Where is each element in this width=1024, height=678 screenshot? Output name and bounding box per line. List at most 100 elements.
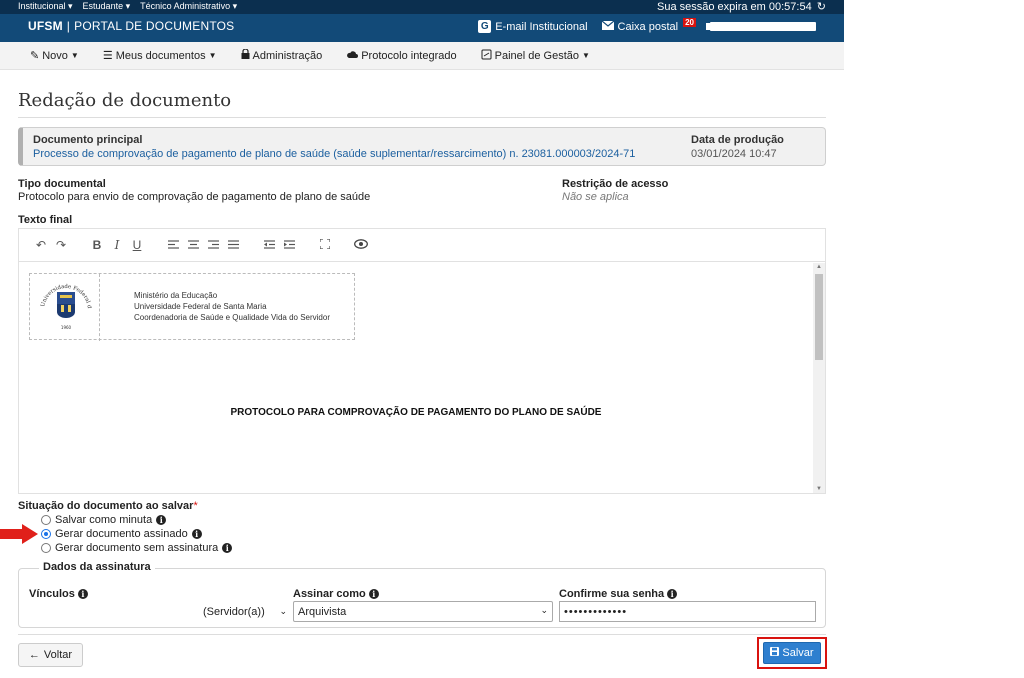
sign-as-label-text: Assinar como [293, 588, 366, 600]
header-actions: G E-mail Institucional Caixa postal 20 [478, 18, 816, 33]
nav-protocolo-integrado-label: Protocolo integrado [361, 49, 457, 62]
user-name-redacted [706, 22, 816, 31]
sign-as-label: Assinar como i [293, 588, 379, 600]
save-situation-label: Situação do documento ao salvar* [18, 500, 198, 512]
preview-eye-icon[interactable] [351, 238, 371, 252]
links-select[interactable]: (Servidor(a)) ⌄ [203, 601, 289, 622]
redo-icon[interactable]: ↷ [51, 238, 71, 252]
letterhead-line-ministry: Ministério da Educação [134, 291, 218, 300]
inbox-label: Caixa postal [617, 20, 679, 33]
bold-button[interactable]: B [87, 238, 107, 252]
nav-painel-gestao[interactable]: Painel de Gestão ▼ [481, 49, 590, 63]
password-input[interactable]: ••••••••••••• [559, 601, 816, 622]
email-link[interactable]: G E-mail Institucional [478, 20, 588, 33]
session-text: Sua sessão expira em 00:57:54 [657, 1, 812, 13]
caret-down-icon: ▼ [208, 51, 217, 60]
letterhead-text: Ministério da Educação Universidade Fede… [134, 290, 330, 323]
scroll-up-arrow-icon[interactable]: ▲ [813, 264, 825, 270]
indent-icon[interactable] [279, 238, 299, 252]
save-situation-text: Situação do documento ao salvar [18, 500, 194, 512]
fullscreen-icon[interactable] [315, 238, 335, 252]
undo-icon[interactable]: ↶ [31, 238, 51, 252]
signature-legend: Dados da assinatura [39, 561, 155, 573]
align-left-icon[interactable] [163, 238, 183, 252]
radio-button-selected[interactable] [41, 529, 51, 539]
info-icon[interactable]: i [667, 589, 678, 599]
document-type-label: Tipo documental [18, 178, 106, 190]
align-right-icon[interactable] [203, 238, 223, 252]
production-date-value: 03/01/2024 10:47 [691, 148, 777, 160]
nav-novo-label: Novo [42, 49, 68, 62]
outdent-icon[interactable] [259, 238, 279, 252]
top-menu-tecnico[interactable]: Técnico Administrativo ▾ [140, 1, 237, 12]
title-divider [18, 117, 826, 118]
scroll-down-arrow-icon[interactable]: ▼ [813, 486, 825, 492]
document-type-value: Protocolo para envio de comprovação de p… [18, 191, 371, 203]
radio-generate-signed[interactable]: Gerar documento assinado i [41, 528, 202, 540]
info-icon[interactable]: i [156, 515, 167, 525]
confirm-password-label: Confirme sua senha i [559, 588, 678, 600]
access-restriction-value: Não se aplica [562, 191, 629, 203]
signature-fieldset: Dados da assinatura Vínculos i (Servidor… [18, 561, 826, 628]
required-mark: * [193, 500, 198, 512]
inbox-count-badge: 20 [683, 18, 696, 27]
brand-portal-name: PORTAL DE DOCUMENTOS [74, 19, 235, 33]
nav-meus-documentos-label: Meus documentos [115, 49, 206, 62]
refresh-icon[interactable]: ↻ [817, 1, 826, 13]
sign-as-select[interactable]: Arquivista ⌄ [293, 601, 553, 622]
save-button-label: Salvar [782, 647, 814, 659]
scrollbar-thumb[interactable] [815, 274, 823, 360]
envelope-icon [601, 20, 614, 33]
brand-separator: | [66, 19, 71, 33]
top-menu-institucional[interactable]: Institucional ▾ [18, 1, 73, 12]
nav-bar: ✎ Novo ▼ ☰ Meus documentos ▼ Administraç… [0, 42, 844, 70]
final-text-label: Texto final [18, 214, 73, 226]
info-icon[interactable]: i [191, 529, 202, 539]
back-button-label: Voltar [43, 649, 73, 661]
page: Institucional ▾ Estudante ▾ Técnico Admi… [0, 0, 844, 678]
radio-button[interactable] [41, 515, 51, 525]
top-menu-estudante[interactable]: Estudante ▾ [83, 1, 131, 12]
brand[interactable]: UFSM | PORTAL DE DOCUMENTOS [28, 19, 234, 33]
cloud-icon [346, 50, 359, 62]
main-document-link[interactable]: Processo de comprovação de pagamento de … [33, 148, 635, 160]
editor-toolbar: ↶ ↷ B I U [19, 229, 825, 262]
inbox-link[interactable]: Caixa postal 20 [601, 18, 696, 33]
red-arrow-annotation-icon [0, 524, 38, 547]
editor-document-area[interactable]: Universidade Federal de Santa Maria 1960… [19, 263, 813, 493]
align-justify-icon[interactable] [223, 238, 243, 252]
info-icon[interactable]: i [368, 589, 379, 599]
user-menu[interactable] [706, 22, 816, 31]
document-heading: PROTOCOLO PARA COMPROVAÇÃO DE PAGAMENTO … [230, 407, 602, 418]
nav-administracao[interactable]: Administração [241, 48, 323, 62]
info-icon[interactable]: i [222, 543, 233, 553]
links-select-value: (Servidor(a)) [203, 605, 265, 618]
editor-scrollbar[interactable]: ▲ ▼ [813, 263, 825, 493]
nav-administracao-label: Administração [252, 49, 323, 62]
caret-down-icon: ▼ [582, 51, 590, 60]
italic-button[interactable]: I [107, 238, 127, 252]
rich-text-editor[interactable]: ↶ ↷ B I U Universidade Federal d 1960 Mi… [18, 228, 826, 494]
nav-meus-documentos[interactable]: ☰ Meus documentos ▼ [103, 49, 217, 63]
main-header: UFSM | PORTAL DE DOCUMENTOS G E-mail Insti… [0, 14, 844, 42]
save-button[interactable]: Salvar [763, 642, 821, 664]
radio-button[interactable] [41, 543, 51, 553]
dashboard-icon [481, 49, 492, 63]
email-label: E-mail Institucional [495, 20, 588, 33]
radio-generate-unsigned-label: Gerar documento sem assinatura [55, 542, 219, 554]
chevron-down-icon: ⌄ [279, 606, 287, 616]
info-icon[interactable]: i [77, 589, 88, 599]
top-menus: Institucional ▾ Estudante ▾ Técnico Admi… [18, 1, 237, 12]
align-center-icon[interactable] [183, 238, 203, 252]
sign-as-select-value: Arquivista [298, 605, 347, 618]
nav-protocolo-integrado[interactable]: Protocolo integrado [346, 49, 457, 62]
radio-generate-unsigned[interactable]: Gerar documento sem assinatura i [41, 542, 233, 554]
lock-icon [241, 48, 250, 62]
letterhead-line-university: Universidade Federal de Santa Maria [134, 302, 267, 311]
page-title: Redação de documento [18, 90, 232, 111]
radio-save-draft[interactable]: Salvar como minuta i [41, 514, 167, 526]
back-button[interactable]: ← Voltar [18, 643, 83, 667]
underline-button[interactable]: U [127, 238, 147, 252]
caret-down-icon: ▼ [70, 51, 79, 60]
nav-novo[interactable]: ✎ Novo ▼ [30, 49, 79, 63]
